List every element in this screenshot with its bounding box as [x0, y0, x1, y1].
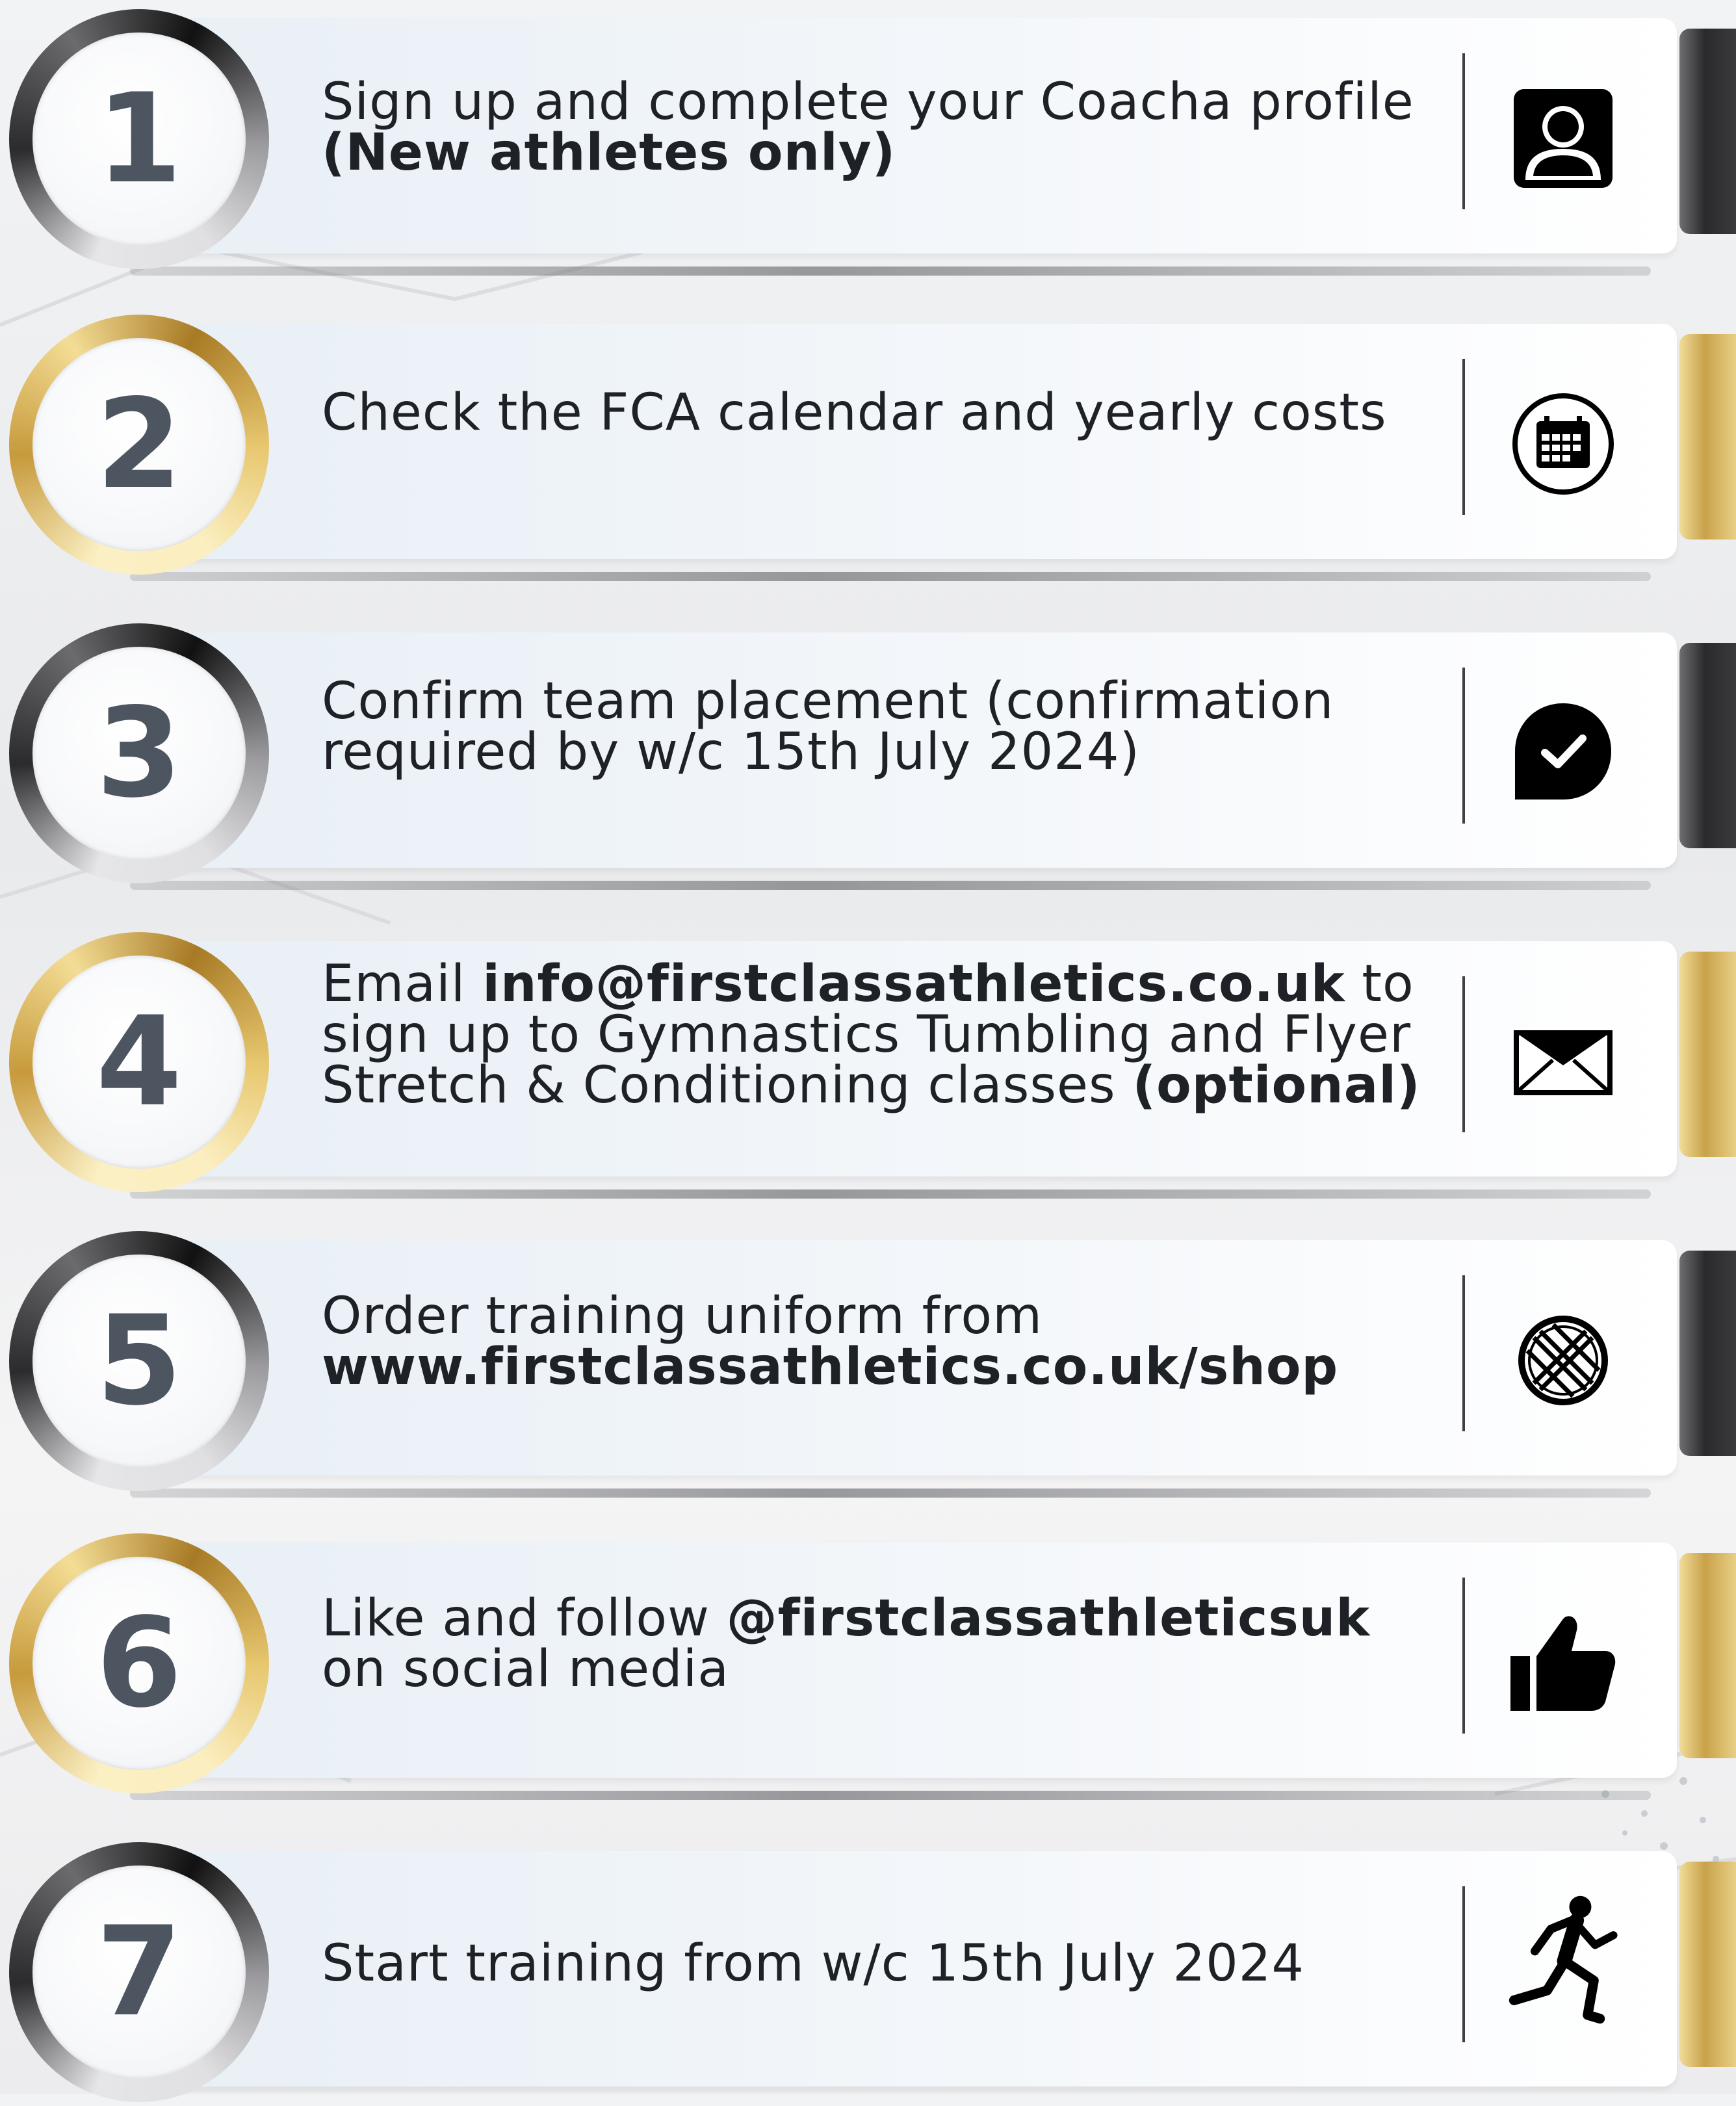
- step-1: 1 Sign up and complete your Coacha profi…: [0, 0, 1736, 276]
- vertical-divider: [1462, 53, 1465, 209]
- step-text: Order training uniform from www.firstcla…: [322, 1287, 1339, 1396]
- vertical-divider: [1462, 976, 1465, 1132]
- step-accent-tab: [1679, 952, 1736, 1157]
- step-number: 4: [96, 990, 183, 1134]
- step-divider-shadow: [130, 881, 1651, 890]
- number-badge: 5: [9, 1231, 269, 1491]
- envelope-icon: [1508, 1006, 1618, 1117]
- step-text: Like and follow @firstclassathleticsuk o…: [322, 1589, 1371, 1698]
- number-badge: 4: [9, 932, 269, 1192]
- step-note: (optional): [1132, 1056, 1421, 1115]
- step-accent-tab: [1679, 643, 1736, 848]
- step-note: (New athletes only): [322, 124, 896, 182]
- step-3: 3 Confirm team placement (confirmation r…: [0, 614, 1736, 890]
- step-text: Check the FCA calendar and yearly costs: [322, 384, 1387, 442]
- step-divider-shadow: [130, 266, 1651, 276]
- step-accent-tab: [1679, 1553, 1736, 1758]
- vertical-divider: [1462, 1275, 1465, 1431]
- step-6: 6 Like and follow @firstclassathleticsuk…: [0, 1524, 1736, 1800]
- vertical-divider: [1462, 668, 1465, 824]
- step-number: 6: [96, 1591, 183, 1735]
- step-7: 7 Start training from w/c 15th July 2024: [0, 1833, 1736, 2106]
- step-text: Email info@firstclassathletics.co.uk to …: [322, 955, 1421, 1115]
- number-badge: 6: [9, 1533, 269, 1793]
- step-divider-shadow: [130, 1791, 1651, 1800]
- thumbs-up-icon: [1508, 1607, 1618, 1718]
- step-number: 3: [96, 681, 183, 825]
- step-accent-tab: [1679, 29, 1736, 234]
- check-bubble-icon: [1508, 697, 1618, 808]
- vertical-divider: [1462, 1578, 1465, 1734]
- step-5: 5 Order training uniform from www.firstc…: [0, 1222, 1736, 1498]
- user-profile-icon: [1508, 83, 1618, 194]
- step-divider-shadow: [130, 572, 1651, 581]
- step-number: 5: [96, 1289, 183, 1433]
- step-accent-tab: [1679, 1251, 1736, 1456]
- step-number: 7: [96, 1900, 183, 2044]
- step-number: 1: [96, 67, 183, 211]
- step-divider-shadow: [130, 1488, 1651, 1498]
- step-text: Start training from w/c 15th July 2024: [322, 1934, 1305, 1993]
- step-2: 2 Check the FCA calendar and yearly cost…: [0, 306, 1736, 581]
- number-badge: 3: [9, 623, 269, 883]
- step-divider-shadow: [130, 1190, 1651, 1199]
- step-number: 2: [96, 372, 183, 516]
- step-text: Sign up and complete your Coacha profile…: [322, 73, 1414, 182]
- email-link[interactable]: info@firstclassathletics.co.uk: [482, 955, 1345, 1013]
- vertical-divider: [1462, 359, 1465, 515]
- step-text: Confirm team placement (confirmation req…: [322, 672, 1334, 781]
- number-badge: 2: [9, 315, 269, 575]
- vertical-divider: [1462, 1886, 1465, 2042]
- social-handle[interactable]: @firstclassathleticsuk: [727, 1589, 1371, 1648]
- runner-icon: [1508, 1895, 1618, 2024]
- step-accent-tab: [1679, 1862, 1736, 2067]
- step-4: 4 Email info@firstclassathletics.co.uk t…: [0, 923, 1736, 1199]
- calendar-icon: [1508, 389, 1618, 499]
- number-badge: 1: [9, 9, 269, 269]
- globe-icon: [1508, 1305, 1618, 1416]
- step-accent-tab: [1679, 334, 1736, 540]
- number-badge: 7: [9, 1842, 269, 2102]
- shop-link[interactable]: www.firstclassathletics.co.uk/shop: [322, 1338, 1338, 1396]
